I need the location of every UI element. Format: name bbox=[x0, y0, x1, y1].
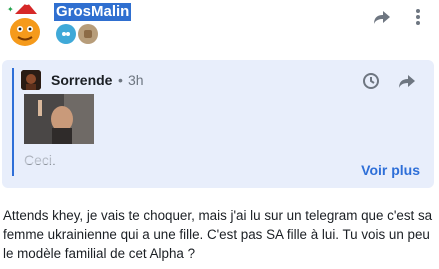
username[interactable]: GrosMalin bbox=[54, 3, 132, 21]
beige-badge-icon bbox=[78, 24, 98, 44]
user-badges bbox=[56, 24, 98, 44]
quote-actions bbox=[360, 70, 418, 92]
quote-author-avatar[interactable] bbox=[21, 70, 41, 90]
avatar[interactable]: ✦ bbox=[3, 0, 49, 48]
ice-badge-icon bbox=[56, 24, 76, 44]
see-more-link[interactable]: Voir plus bbox=[361, 162, 420, 178]
history-icon[interactable] bbox=[360, 70, 382, 92]
quote-author-name[interactable]: Sorrende bbox=[51, 72, 112, 88]
quoted-post: Sorrende • 3h Ceci. Voir plus bbox=[2, 60, 434, 188]
quoted-photo[interactable] bbox=[24, 94, 94, 144]
post-actions bbox=[371, 6, 429, 28]
quote-timestamp: 3h bbox=[128, 72, 144, 88]
post-message: Attends khey, je vais te choquer, mais j… bbox=[3, 208, 433, 261]
share-icon[interactable] bbox=[371, 6, 393, 28]
quote-fade bbox=[14, 144, 434, 164]
more-options-icon[interactable] bbox=[407, 6, 429, 28]
quote-separator: • bbox=[118, 72, 123, 88]
share-icon[interactable] bbox=[396, 70, 418, 92]
svg-text:✦: ✦ bbox=[7, 5, 14, 14]
